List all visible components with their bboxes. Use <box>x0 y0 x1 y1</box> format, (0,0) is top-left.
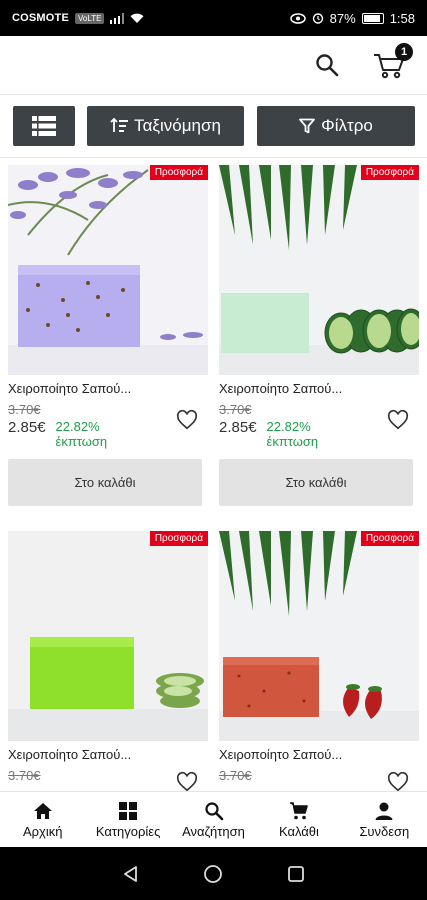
nav-search[interactable]: Αναζήτηση <box>171 792 256 847</box>
wifi-icon <box>130 13 144 23</box>
filter-label: Φίλτρο <box>321 116 373 135</box>
product-card[interactable]: Προσφορά Χειροποίητο Σαπού... 3.70€ 2.85… <box>219 165 419 506</box>
nav-search-label: Αναζήτηση <box>182 823 245 839</box>
nav-categories[interactable]: Κατηγορίες <box>85 792 170 847</box>
battery-icon <box>361 12 384 24</box>
discount-percent: 22.82% <box>266 419 311 434</box>
aloe-soap-image <box>8 531 208 741</box>
product-grid: Προσφορά Χειροποίητο Σαπού... 3.70€ 2.85… <box>0 163 427 791</box>
list-view-icon <box>32 116 56 136</box>
clock: 1:58 <box>389 10 415 26</box>
alarm-icon <box>312 13 323 24</box>
sort-icon <box>110 118 129 132</box>
product-title[interactable]: Χειροποίητο Σαπού... <box>8 747 208 762</box>
nav-cart[interactable]: Καλάθι <box>256 792 341 847</box>
person-icon <box>375 802 393 820</box>
recents-icon[interactable] <box>287 865 305 883</box>
cucumber-soap-image <box>219 165 419 375</box>
nav-login-label: Συνδεση <box>359 823 410 839</box>
product-card[interactable]: Προσφορά Χειροποίητο Σαπού... 3.70€ 2.85… <box>8 165 208 506</box>
grid-icon <box>119 801 138 820</box>
heart-icon[interactable] <box>387 771 409 791</box>
product-toolbar: Ταξινόμηση Φίλτρο <box>0 94 427 158</box>
home-icon <box>33 802 52 819</box>
strawberry-soap-image <box>219 531 419 741</box>
system-navigation-bar <box>0 847 427 900</box>
filter-button[interactable]: Φίλτρο <box>257 106 415 146</box>
search-icon[interactable] <box>314 52 340 78</box>
product-title[interactable]: Χειροποίητο Σαπού... <box>219 747 419 762</box>
view-toggle-button[interactable] <box>13 106 75 146</box>
lavender-soap-image <box>8 165 208 375</box>
product-image-strawberry-soap[interactable]: Προσφορά <box>219 531 419 741</box>
product-image-lavender-soap[interactable]: Προσφορά <box>8 165 208 375</box>
nav-home[interactable]: Αρχική <box>0 792 85 847</box>
discount-percent: 22.82% <box>55 419 100 434</box>
add-to-cart-button[interactable]: Στο καλάθι <box>8 459 202 506</box>
nav-home-label: Αρχική <box>22 823 63 839</box>
product-card[interactable]: Προσφορά Χειροποίητο Σαπού... 3.70€ <box>219 531 419 791</box>
sort-label: Ταξινόμηση <box>134 116 221 135</box>
product-title[interactable]: Χειροποίητο Σαπού... <box>219 381 419 396</box>
cart-count-badge: 1 <box>395 43 413 61</box>
discount-text: 22.82% έκπτωση <box>267 419 319 449</box>
filter-icon <box>299 118 316 134</box>
home-circle-icon[interactable] <box>203 864 223 884</box>
network-badge: VoLTE <box>75 12 105 24</box>
cart-icon <box>289 801 308 819</box>
status-bar: COSMOTE VoLTE 87% 1:58 <box>0 0 427 36</box>
discount-text: 22.82% έκπτωση <box>56 419 108 449</box>
bottom-navigation: Αρχική Κατηγορίες Αναζήτηση Καλάθι Συνδε… <box>0 791 427 847</box>
nav-login[interactable]: Συνδεση <box>342 792 427 847</box>
nav-categories-label: Κατηγορίες <box>95 823 161 839</box>
product-image-cucumber-soap[interactable]: Προσφορά <box>219 165 419 375</box>
sort-button[interactable]: Ταξινόμηση <box>87 106 244 146</box>
heart-icon[interactable] <box>387 409 409 431</box>
price: 2.85€ <box>219 419 257 436</box>
nav-cart-label: Καλάθι <box>278 823 319 839</box>
app-bar <box>0 36 427 92</box>
promo-badge: Προσφορά <box>149 165 208 180</box>
price: 2.85€ <box>8 419 46 436</box>
promo-badge: Προσφορά <box>360 531 419 546</box>
heart-icon[interactable] <box>176 771 198 791</box>
discount-label: έκπτωση <box>55 434 108 449</box>
product-card[interactable]: Προσφορά Χειροποίητο Σαπού... 3.70€ <box>8 531 208 791</box>
back-icon[interactable] <box>122 865 140 883</box>
carrier-name: COSMOTE <box>12 12 70 24</box>
search-icon <box>204 801 223 820</box>
heart-icon[interactable] <box>176 409 198 431</box>
eye-icon <box>289 12 306 24</box>
product-image-aloe-soap[interactable]: Προσφορά <box>8 531 208 741</box>
product-title[interactable]: Χειροποίητο Σαπού... <box>8 381 208 396</box>
promo-badge: Προσφορά <box>360 165 419 180</box>
discount-label: έκπτωση <box>266 434 319 449</box>
promo-badge: Προσφορά <box>149 531 208 546</box>
signal-icon <box>110 12 125 24</box>
add-to-cart-button[interactable]: Στο καλάθι <box>219 459 413 506</box>
battery-percent: 87% <box>329 10 356 26</box>
